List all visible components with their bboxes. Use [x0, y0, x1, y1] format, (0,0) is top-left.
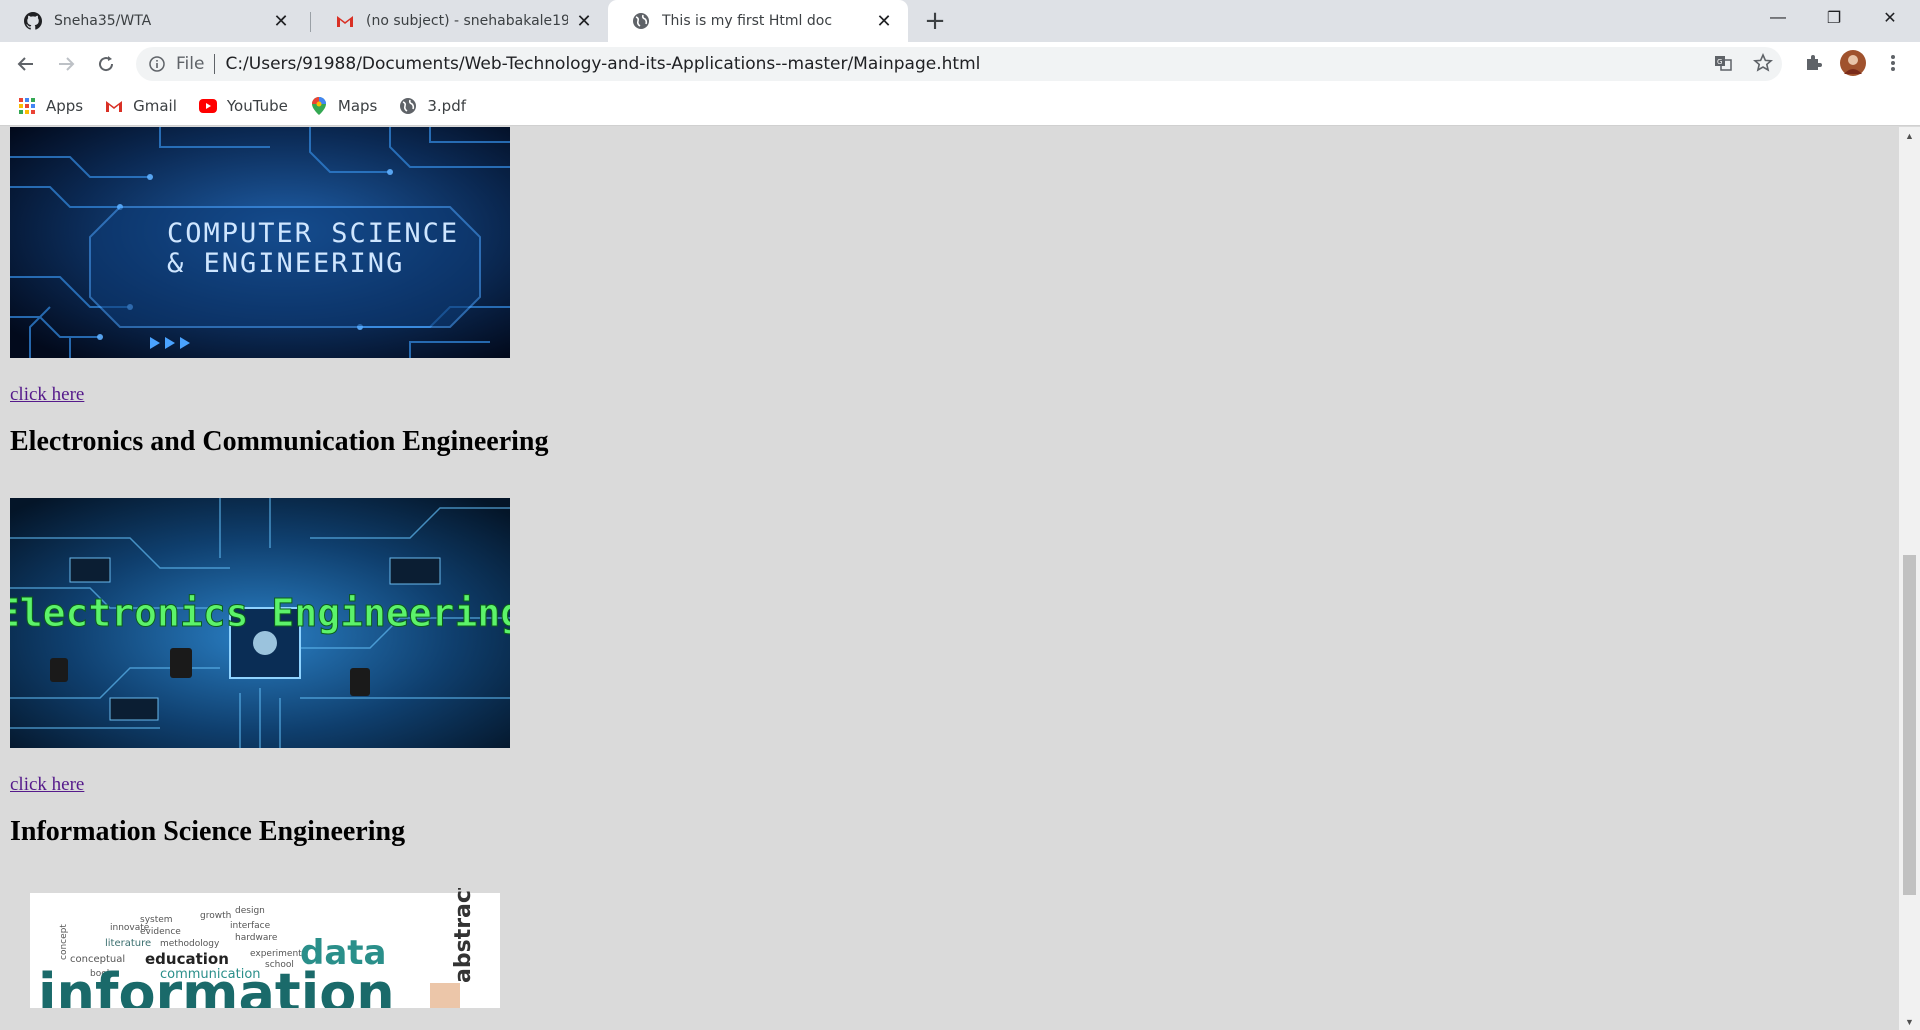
scheme-divider: [214, 54, 216, 74]
maps-pin-icon: [310, 96, 328, 115]
maximize-button[interactable]: ❐: [1806, 0, 1862, 36]
tab-active-page[interactable]: This is my first Html doc ✕: [608, 0, 908, 42]
close-icon[interactable]: ✕: [271, 11, 291, 31]
page-viewport: COMPUTER SCIENCE & ENGINEERING click her…: [0, 127, 1899, 1030]
vertical-scrollbar[interactable]: ▲ ▼: [1899, 127, 1920, 1030]
cse-image-line2: & ENGINEERING: [167, 248, 404, 279]
ise-heading: Information Science Engineering: [10, 816, 406, 847]
bookmark-label: YouTube: [226, 96, 288, 115]
info-icon[interactable]: [148, 55, 166, 73]
bookmark-pdf[interactable]: 3.pdf: [399, 97, 466, 115]
svg-text:methodology: methodology: [160, 939, 220, 949]
bookmark-apps[interactable]: Apps: [18, 97, 83, 115]
avatar[interactable]: [1840, 50, 1866, 76]
svg-text:literature: literature: [105, 938, 151, 949]
bookmark-label: Gmail: [133, 96, 177, 115]
bookmark-label: 3.pdf: [427, 96, 467, 115]
svg-text:abstract: abstract: [451, 888, 476, 983]
address-bar[interactable]: File C:/Users/91988/Documents/Web-Techno…: [136, 47, 1782, 81]
svg-text:information: information: [38, 962, 395, 1008]
globe-icon: [632, 12, 650, 30]
close-icon[interactable]: ✕: [574, 11, 594, 31]
scroll-up-arrow-icon[interactable]: ▲: [1899, 127, 1920, 144]
back-arrow-icon[interactable]: [12, 50, 40, 78]
bookmark-star-icon[interactable]: [1750, 50, 1776, 76]
cse-image-line1: COMPUTER SCIENCE: [167, 218, 459, 249]
reload-icon[interactable]: [92, 50, 120, 78]
cse-click-here-link[interactable]: click here: [10, 384, 84, 406]
bookmark-gmail[interactable]: Gmail: [105, 97, 177, 115]
ise-image: system growth design evidence interface …: [10, 888, 510, 1008]
scrollbar-thumb[interactable]: [1903, 555, 1916, 895]
menu-kebab-icon[interactable]: [1880, 50, 1906, 76]
page-content: COMPUTER SCIENCE & ENGINEERING click her…: [10, 127, 549, 1008]
ece-image-text: Electronics Engineering: [10, 591, 510, 635]
globe-icon: [399, 97, 417, 115]
bookmarks-bar: Apps Gmail YouTube Maps 3.pdf: [0, 86, 1920, 126]
tab-title: This is my first Html doc: [662, 13, 833, 29]
tab-strip: Sneha35/WTA ✕ (no subject) - snehabakale…: [0, 0, 1920, 42]
github-icon: [24, 12, 42, 30]
cse-image: COMPUTER SCIENCE & ENGINEERING: [10, 127, 510, 358]
svg-text:innovate: innovate: [110, 923, 150, 933]
bookmark-label: Maps: [337, 96, 378, 115]
tab-divider: [310, 12, 311, 32]
tab-gmail[interactable]: (no subject) - snehabakale1999@ ✕: [312, 0, 608, 42]
new-tab-button[interactable]: +: [920, 6, 950, 36]
youtube-icon: [198, 97, 217, 115]
tab-title: (no subject) - snehabakale1999@: [366, 13, 568, 29]
extensions-icon[interactable]: [1800, 50, 1826, 76]
svg-text:concept: concept: [59, 924, 69, 960]
svg-text:design: design: [235, 906, 265, 916]
minimize-button[interactable]: —: [1750, 0, 1806, 36]
forward-arrow-icon[interactable]: [52, 50, 80, 78]
gmail-icon: [336, 12, 354, 30]
close-icon[interactable]: ✕: [874, 11, 894, 31]
translate-icon[interactable]: G: [1710, 50, 1736, 76]
close-window-button[interactable]: ✕: [1862, 0, 1918, 36]
scroll-down-arrow-icon[interactable]: ▼: [1899, 1013, 1920, 1030]
gmail-icon: [105, 97, 123, 115]
svg-text:hardware: hardware: [235, 933, 278, 943]
svg-text:interface: interface: [230, 921, 271, 931]
ece-heading: Electronics and Communication Engineerin…: [10, 426, 549, 457]
apps-grid-icon: [18, 97, 36, 115]
scheme-label: File: [176, 54, 205, 74]
bookmark-youtube[interactable]: YouTube: [198, 96, 288, 115]
tab-title: Sneha35/WTA: [54, 13, 152, 29]
tab-github[interactable]: Sneha35/WTA ✕: [0, 0, 305, 42]
svg-text:growth: growth: [200, 911, 231, 921]
bookmark-maps[interactable]: Maps: [310, 96, 378, 115]
bookmark-label: Apps: [46, 96, 84, 115]
url-text[interactable]: C:/Users/91988/Documents/Web-Technology-…: [225, 54, 980, 74]
svg-text:experiment: experiment: [250, 949, 302, 959]
ece-click-here-link[interactable]: click here: [10, 774, 84, 796]
svg-text:G: G: [1717, 58, 1722, 66]
ece-image: Electronics Engineering: [10, 498, 510, 748]
browser-toolbar: File C:/Users/91988/Documents/Web-Techno…: [0, 42, 1920, 86]
